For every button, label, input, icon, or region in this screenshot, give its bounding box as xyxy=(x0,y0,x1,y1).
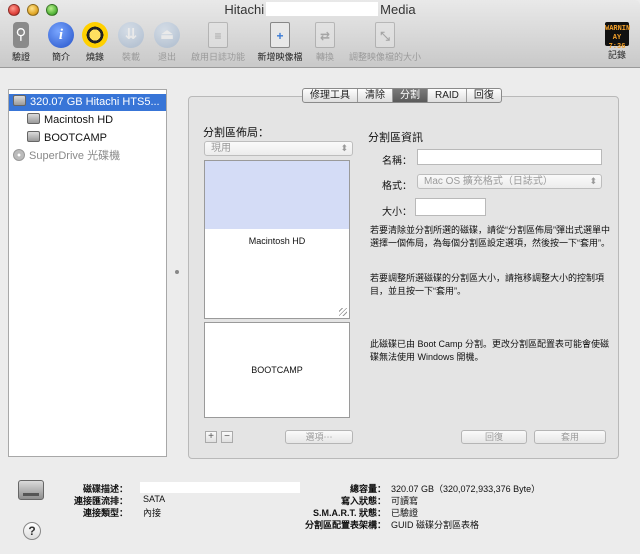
sidebar-item-label: 320.07 GB Hitachi HTS5... xyxy=(30,96,160,108)
name-label: 名稱： xyxy=(382,156,412,167)
resize-image-button[interactable]: ⤡ 調整映像檔的大小 xyxy=(342,22,428,63)
new-image-icon: + xyxy=(270,22,290,48)
volume-icon xyxy=(27,113,40,124)
sidebar-item-label: SuperDrive 光碟機 xyxy=(29,150,121,162)
tab-restore[interactable]: 回復 xyxy=(467,89,501,102)
journal-icon: ≡ xyxy=(208,22,228,48)
used-space-fill xyxy=(205,161,349,229)
size-label: 大小： xyxy=(382,207,412,218)
resize-image-label: 調整映像檔的大小 xyxy=(348,52,421,62)
optical-drive-icon xyxy=(13,149,25,161)
eject-icon: ⏏ xyxy=(154,22,180,48)
connection-type-label: 連接類型： xyxy=(82,508,128,518)
eject-label: 退出 xyxy=(157,52,176,62)
apply-button[interactable]: 套用 xyxy=(534,430,606,444)
partition-scheme-value: GUID 磁碟分割區表格 xyxy=(391,520,480,530)
help-button[interactable]: ? xyxy=(23,522,41,540)
sidebar-item-disk[interactable]: 320.07 GB Hitachi HTS5... xyxy=(9,94,166,111)
mount-label: 裝載 xyxy=(121,52,140,62)
burn-icon xyxy=(82,22,108,48)
instructions-erase: 若要清除並分割所選的磁碟，請從“分割區佈局”彈出式選單中選擇一個佈局，為每個分割… xyxy=(370,225,610,248)
tab-first-aid[interactable]: 修理工具 xyxy=(303,89,358,102)
sidebar-item-macintosh-hd[interactable]: Macintosh HD xyxy=(27,112,113,129)
size-field[interactable] xyxy=(415,198,486,216)
mount-icon: ⇊ xyxy=(118,22,144,48)
log-button[interactable]: WARNIN AY 7:36 記錄 xyxy=(592,22,640,61)
enable-journaling-label: 啟用日誌功能 xyxy=(190,52,245,62)
partition-name: BOOTCAMP xyxy=(251,365,303,375)
partition-layout-select[interactable]: 現用 xyxy=(204,141,353,156)
window-title: Hitachi Media xyxy=(0,2,640,17)
tab-erase[interactable]: 清除 xyxy=(358,89,393,102)
log-icon-line-2: AY 7:36 xyxy=(608,34,626,51)
bootcamp-warning: 此磁碟已由 Boot Camp 分割。更改分割區配置表可能會使磁碟無法使用 Wi… xyxy=(370,339,610,362)
title-left: Hitachi xyxy=(224,2,265,17)
partition-info-title: 分割區資訊 xyxy=(368,132,423,144)
connection-bus-value: SATA xyxy=(143,494,166,504)
format-label: 格式： xyxy=(382,181,412,192)
instructions-resize: 若要調整所選磁碟的分割區大小，請拖移調整大小的控制項目，並且按一下“套用”。 xyxy=(370,273,605,296)
selected-disk-icon xyxy=(18,480,44,500)
tab-bar: 修理工具 清除 分割 RAID 回復 xyxy=(302,88,502,103)
add-partition-button[interactable]: + xyxy=(205,431,217,443)
convert-icon: ⇄ xyxy=(315,22,335,48)
disk-list: 320.07 GB Hitachi HTS5... Macintosh HD B… xyxy=(8,89,167,457)
console-log-icon: WARNIN AY 7:36 xyxy=(605,22,631,51)
microscope-icon: ⚲ xyxy=(13,22,29,48)
burn-label: 燒錄 xyxy=(85,52,104,62)
disk-description-redaction xyxy=(140,482,300,493)
resize-image-icon: ⤡ xyxy=(375,22,395,48)
info-label: 簡介 xyxy=(51,52,70,62)
connection-type-value: 內接 xyxy=(143,508,162,518)
remove-partition-button[interactable]: − xyxy=(221,431,233,443)
sidebar-item-label: BOOTCAMP xyxy=(44,132,107,144)
tab-raid[interactable]: RAID xyxy=(428,89,467,102)
partition-scheme-label: 分割區配置表架構： xyxy=(304,520,386,530)
partition-name: Macintosh HD xyxy=(248,236,306,246)
sidebar-item-label: Macintosh HD xyxy=(44,114,114,126)
tab-partition[interactable]: 分割 xyxy=(393,89,428,102)
convert-label: 轉換 xyxy=(315,52,334,62)
partition-block-bootcamp[interactable]: BOOTCAMP xyxy=(204,322,350,418)
sidebar-item-superdrive[interactable]: SuperDrive 光碟機 xyxy=(13,148,120,165)
name-field[interactable] xyxy=(417,149,602,165)
partition-block-macintosh-hd[interactable]: Macintosh HD xyxy=(204,160,350,319)
hard-disk-icon xyxy=(13,95,26,106)
resize-grip-icon[interactable] xyxy=(339,308,347,316)
revert-button[interactable]: 回復 xyxy=(461,430,527,444)
title-redaction xyxy=(266,2,379,16)
log-icon-line-1: WARNIN xyxy=(605,25,631,33)
toolbar: Hitachi Media ⚲ 驗證 i 簡介 燒錄 ⇊ 裝載 ⏏ 退出 ≡ 啟用… xyxy=(0,0,640,68)
partition-layout-label: 分割區佈局： xyxy=(203,127,269,139)
volume-icon xyxy=(27,131,40,142)
sidebar-item-bootcamp[interactable]: BOOTCAMP xyxy=(27,130,107,147)
options-button[interactable]: 選項⋯ xyxy=(285,430,353,444)
disk-utility-window: Hitachi Media ⚲ 驗證 i 簡介 燒錄 ⇊ 裝載 ⏏ 退出 ≡ 啟用… xyxy=(0,0,640,554)
title-right: Media xyxy=(380,2,416,17)
format-select[interactable]: Mac OS 擴充格式（日誌式） xyxy=(417,174,602,189)
new-image-label: 新增映像檔 xyxy=(257,52,303,62)
split-view-handle[interactable] xyxy=(175,270,179,274)
verify-label: 驗證 xyxy=(11,52,30,62)
enable-journaling-button[interactable]: ≡ 啟用日誌功能 xyxy=(180,22,256,63)
